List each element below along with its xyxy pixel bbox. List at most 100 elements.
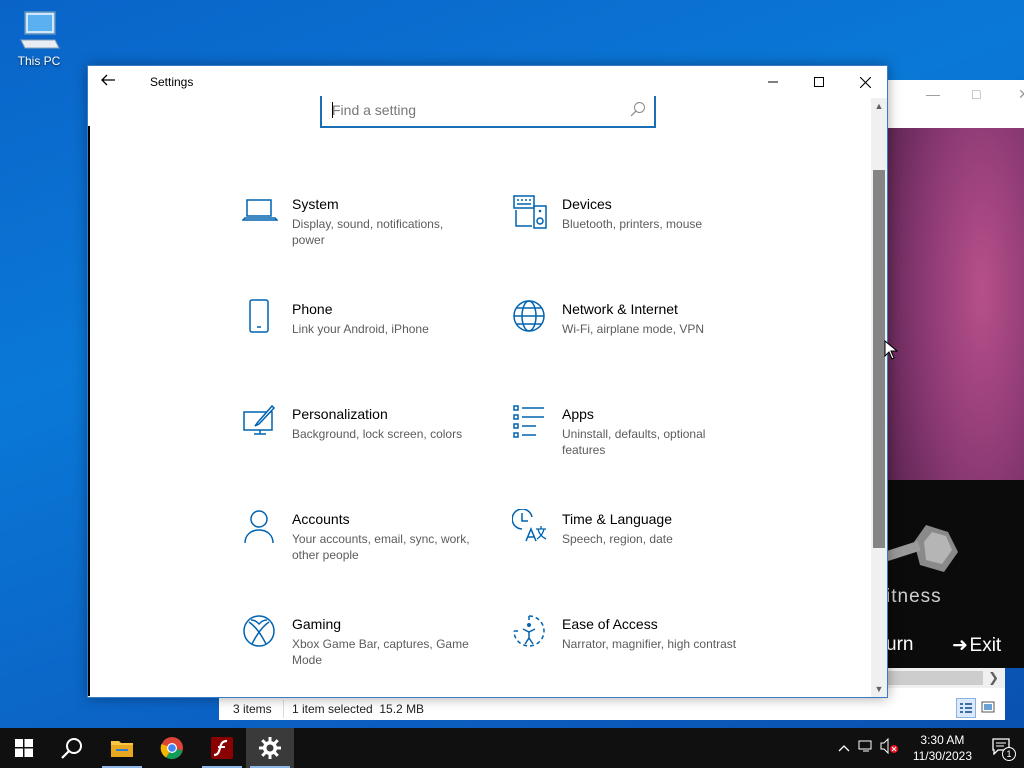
exit-label: Exit	[969, 635, 1002, 656]
search-box[interactable]	[320, 96, 656, 128]
category-devices[interactable]: Devices Bluetooth, printers, mouse	[512, 194, 762, 274]
status-bar: 3 items 1 item selected 15.2 MB	[219, 698, 1005, 720]
taskbar-flash[interactable]	[198, 728, 246, 768]
settings-titlebar[interactable]: Settings	[88, 66, 887, 98]
status-selection: 1 item selected 15.2 MB	[292, 702, 425, 716]
details-view-button[interactable]	[956, 698, 976, 718]
category-apps[interactable]: Apps Uninstall, defaults, optional featu…	[512, 404, 762, 484]
category-gaming[interactable]: Gaming Xbox Game Bar, captures, Game Mod…	[242, 614, 492, 694]
back-arrow-icon	[101, 74, 115, 86]
window-edge-rail	[88, 126, 90, 696]
category-title: Personalization	[292, 406, 388, 422]
category-title: Devices	[562, 196, 612, 212]
category-time-language[interactable]: Time & Language Speech, region, date	[512, 509, 762, 589]
exit-door-icon: ➜	[952, 635, 970, 656]
large-icons-view-icon	[981, 701, 995, 713]
folder-icon	[111, 741, 133, 757]
category-system[interactable]: System Display, sound, notifications, po…	[242, 194, 492, 274]
maximize-icon[interactable]: □	[972, 86, 980, 102]
person-icon	[244, 510, 274, 544]
minimize-button[interactable]	[750, 66, 796, 98]
scroll-down-icon[interactable]: ▼	[871, 681, 887, 697]
scroll-right-icon[interactable]: ❯	[988, 670, 999, 686]
category-network-internet[interactable]: Network & Internet Wi-Fi, airplane mode,…	[512, 299, 762, 379]
clock-time: 3:30 AM	[920, 733, 965, 747]
category-description: Uninstall, defaults, optional features	[562, 427, 706, 457]
category-title: Gaming	[292, 616, 342, 632]
windows-logo-icon	[15, 739, 33, 757]
vertical-scrollbar[interactable]: ▲ ▼	[871, 98, 887, 697]
apps-list-icon	[513, 405, 544, 438]
show-hidden-icons-chevron-up-icon[interactable]	[838, 739, 850, 757]
paint-brush-icon	[243, 404, 276, 435]
taskbar-file-explorer[interactable]	[98, 728, 146, 768]
taskbar-search-button[interactable]	[48, 728, 96, 768]
window-title: Settings	[150, 75, 194, 89]
details-view-icon	[960, 703, 972, 713]
settings-window[interactable]: Settings System Display, sound, notifica…	[87, 65, 888, 698]
xbox-icon	[243, 615, 275, 647]
scroll-up-icon[interactable]: ▲	[871, 98, 887, 114]
network-icon[interactable]	[858, 739, 874, 758]
return-button[interactable]: urn	[886, 634, 913, 656]
category-description: Xbox Game Bar, captures, Game Mode	[292, 637, 469, 667]
category-title: Accounts	[292, 511, 350, 527]
category-phone[interactable]: Phone Link your Android, iPhone	[242, 299, 492, 379]
exit-button[interactable]: ➜ Exit	[952, 634, 1001, 657]
search-input[interactable]	[332, 96, 622, 124]
globe-icon	[513, 300, 545, 332]
minimize-icon[interactable]: —	[926, 86, 940, 102]
phone-icon	[249, 299, 269, 333]
laptop-icon	[242, 199, 278, 221]
category-description: Display, sound, notifications, power	[292, 217, 444, 247]
category-title: Phone	[292, 301, 333, 317]
volume-muted-icon[interactable]	[880, 737, 898, 759]
background-app-titlebar: — □ ✕	[870, 80, 1024, 128]
maximize-button[interactable]	[796, 66, 842, 98]
close-icon	[859, 76, 871, 88]
keyboard-speaker-icon	[513, 195, 547, 229]
category-title: Ease of Access	[562, 616, 658, 632]
category-title: Network & Internet	[562, 301, 678, 317]
category-description: Background, lock screen, colors	[292, 427, 463, 441]
taskbar: 3:30 AM 11/30/2023 1	[0, 728, 1024, 768]
search-icon	[61, 738, 82, 759]
mouse-cursor-icon	[884, 340, 898, 360]
close-icon[interactable]: ✕	[1018, 86, 1024, 103]
category-title: Time & Language	[562, 511, 672, 527]
action-center-button[interactable]: 1	[992, 737, 1016, 761]
category-ease-of-access[interactable]: Ease of Access Narrator, magnifier, high…	[512, 614, 762, 694]
taskbar-chrome[interactable]	[148, 728, 196, 768]
status-item-count: 3 items	[233, 702, 272, 716]
search-icon[interactable]	[630, 101, 646, 117]
text-caret	[332, 102, 333, 118]
category-accounts[interactable]: Accounts Your accounts, email, sync, wor…	[242, 509, 492, 589]
taskbar-settings[interactable]	[246, 728, 294, 768]
gear-icon	[259, 737, 281, 759]
ease-of-access-icon	[513, 615, 545, 647]
background-app-window[interactable]: — □ ✕ itness urn ➜ Exit	[870, 80, 1024, 668]
notification-count-badge: 1	[1002, 747, 1016, 761]
desktop-icon-this-pc[interactable]: This PC	[10, 8, 68, 68]
category-personalization[interactable]: Personalization Background, lock screen,…	[242, 404, 492, 484]
category-description: Narrator, magnifier, high contrast	[562, 637, 737, 651]
category-description: Wi-Fi, airplane mode, VPN	[562, 322, 705, 336]
close-button[interactable]	[842, 66, 887, 98]
desktop-icon-label: This PC	[17, 54, 61, 68]
back-button[interactable]	[100, 72, 124, 92]
horizontal-scroll-thumb[interactable]	[887, 671, 983, 685]
start-button[interactable]	[0, 728, 48, 768]
clock-date: 11/30/2023	[912, 749, 972, 763]
time-language-icon	[512, 509, 547, 542]
category-title: Apps	[562, 406, 594, 422]
fitness-title: itness	[886, 586, 942, 607]
flash-icon	[211, 737, 233, 759]
category-description: Bluetooth, printers, mouse	[562, 217, 703, 231]
computer-icon	[20, 11, 60, 49]
category-description: Speech, region, date	[562, 532, 673, 546]
system-tray	[838, 728, 898, 768]
taskbar-clock[interactable]: 3:30 AM 11/30/2023	[913, 732, 972, 764]
large-icons-view-button[interactable]	[979, 698, 999, 718]
chrome-icon	[160, 737, 183, 760]
category-description: Your accounts, email, sync, work, other …	[292, 532, 470, 562]
